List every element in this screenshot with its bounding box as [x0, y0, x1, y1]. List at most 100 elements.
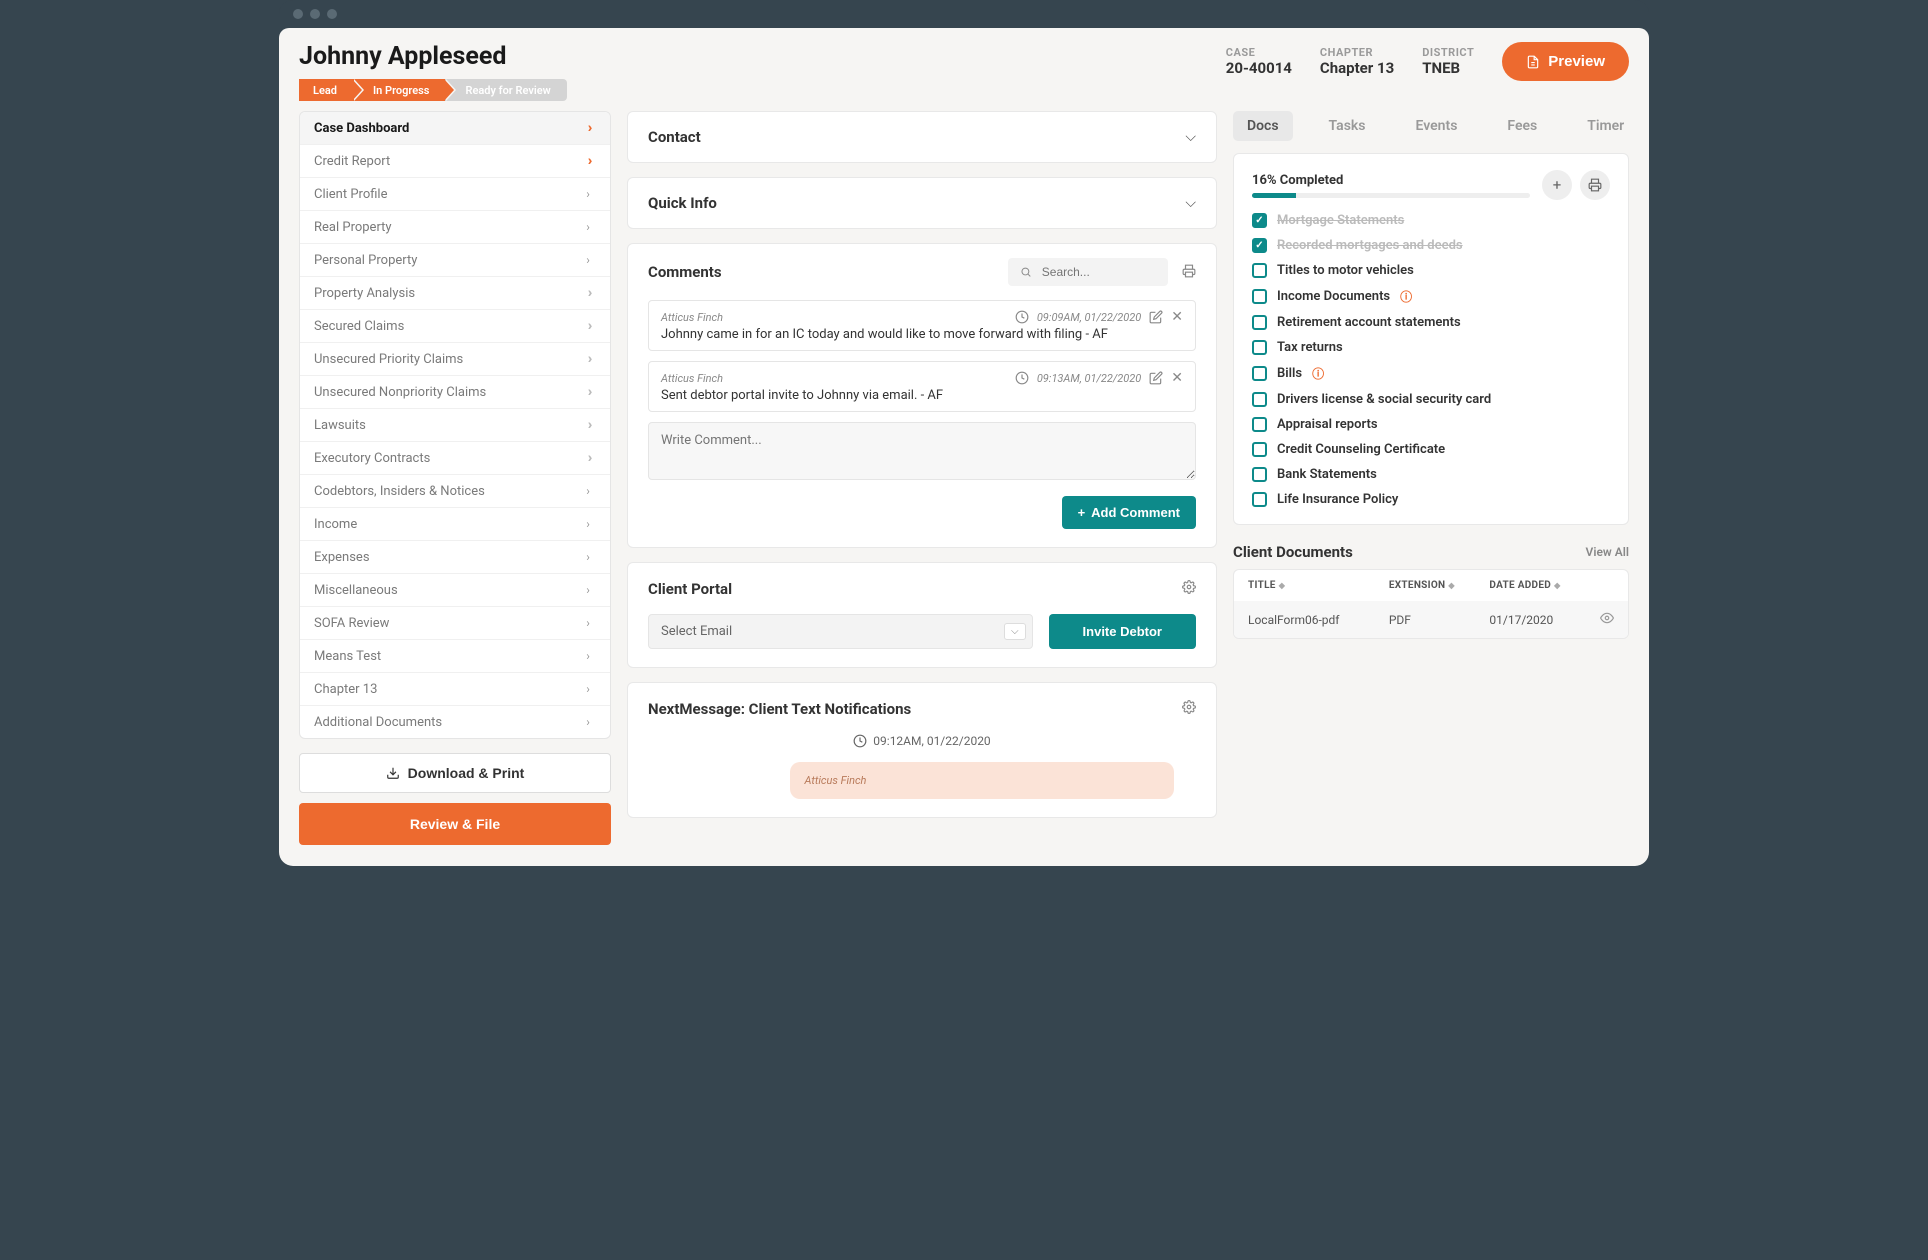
- chevron-right-icon: ›: [586, 715, 590, 729]
- doc-checklist-item[interactable]: Bills ⓘ: [1252, 360, 1610, 387]
- table-row[interactable]: LocalForm06-pdf PDF 01/17/2020: [1234, 601, 1628, 638]
- add-doc-button[interactable]: +: [1542, 170, 1572, 200]
- doc-checklist-item[interactable]: Income Documents ⓘ: [1252, 283, 1610, 310]
- checkbox[interactable]: [1252, 417, 1267, 432]
- view-all-link[interactable]: View All: [1586, 545, 1629, 559]
- checkbox[interactable]: [1252, 492, 1267, 507]
- doc-checklist-item[interactable]: Credit Counseling Certificate: [1252, 437, 1610, 462]
- comments-search-input[interactable]: [1042, 265, 1156, 279]
- collapse-icon[interactable]: ⌵: [1185, 195, 1196, 211]
- doc-checklist-item[interactable]: Retirement account statements: [1252, 310, 1610, 335]
- checkbox[interactable]: [1252, 467, 1267, 482]
- doc-checklist-item[interactable]: Life Insurance Policy: [1252, 487, 1610, 512]
- checkbox[interactable]: [1252, 392, 1267, 407]
- checkbox[interactable]: [1252, 315, 1267, 330]
- tab-timer[interactable]: Timer: [1573, 111, 1638, 141]
- checkbox[interactable]: [1252, 366, 1267, 381]
- sidebar-item[interactable]: Additional Documents ›: [300, 706, 610, 738]
- view-icon[interactable]: [1590, 611, 1614, 628]
- doc-checklist-item[interactable]: Recorded mortgages and deeds: [1252, 233, 1610, 258]
- comment-body: Sent debtor portal invite to Johnny via …: [661, 388, 1183, 403]
- sidebar-item-label: Case Dashboard: [314, 121, 409, 136]
- select-email-dropdown[interactable]: Select Email ⌵: [648, 614, 1033, 649]
- checkbox[interactable]: [1252, 442, 1267, 457]
- doc-checklist-item[interactable]: Drivers license & social security card: [1252, 387, 1610, 412]
- sidebar-item[interactable]: Personal Property›: [300, 244, 610, 277]
- add-comment-button[interactable]: + Add Comment: [1062, 496, 1196, 529]
- doc-checklist-item[interactable]: Appraisal reports: [1252, 412, 1610, 437]
- checkbox[interactable]: [1252, 238, 1267, 253]
- sidebar-item-label: Additional Documents: [314, 715, 442, 730]
- sidebar-item[interactable]: Unsecured Priority Claims››: [300, 343, 610, 376]
- tab-fees[interactable]: Fees: [1493, 111, 1551, 141]
- comments-search[interactable]: [1008, 258, 1168, 286]
- col-date-header[interactable]: DATE ADDED◆: [1489, 580, 1590, 591]
- comment-body: Johnny came in for an IC today and would…: [661, 327, 1183, 342]
- doc-checklist-item[interactable]: Mortgage Statements: [1252, 208, 1610, 233]
- window-dot: [310, 9, 320, 19]
- window-dot: [327, 9, 337, 19]
- col-ext-header[interactable]: EXTENSION◆: [1389, 580, 1490, 591]
- sidebar-item[interactable]: Real Property›: [300, 211, 610, 244]
- doc-label: Recorded mortgages and deeds: [1277, 238, 1463, 253]
- sidebar-item[interactable]: SOFA Review›: [300, 607, 610, 640]
- clock-icon: [853, 734, 867, 748]
- invite-debtor-button[interactable]: Invite Debtor: [1049, 614, 1196, 649]
- sidebar-item[interactable]: Unsecured Nonpriority Claims››: [300, 376, 610, 409]
- quickinfo-panel: Quick Info ⌵: [627, 177, 1217, 229]
- col-title-header[interactable]: TITLE◆: [1248, 580, 1389, 591]
- download-print-button[interactable]: Download & Print: [299, 753, 611, 793]
- edit-icon[interactable]: [1149, 371, 1163, 385]
- preview-button[interactable]: Preview: [1502, 42, 1629, 81]
- edit-icon[interactable]: [1149, 310, 1163, 324]
- sidebar-item[interactable]: Miscellaneous›: [300, 574, 610, 607]
- print-icon[interactable]: [1182, 263, 1196, 282]
- stage-ready-for-review[interactable]: Ready for Review: [445, 79, 566, 101]
- tab-docs[interactable]: Docs: [1233, 111, 1293, 141]
- district-label: DISTRICT: [1422, 46, 1474, 59]
- sidebar-item[interactable]: Expenses›: [300, 541, 610, 574]
- sidebar-item-label: Real Property: [314, 220, 392, 235]
- doc-label: Drivers license & social security card: [1277, 392, 1491, 407]
- sidebar-item-label: Personal Property: [314, 253, 417, 268]
- sidebar-item[interactable]: Client Profile›: [300, 178, 610, 211]
- doc-checklist-item[interactable]: Titles to motor vehicles: [1252, 258, 1610, 283]
- checkbox[interactable]: [1252, 263, 1267, 278]
- sidebar-item[interactable]: Executory Contracts››: [300, 442, 610, 475]
- sidebar-item[interactable]: Codebtors, Insiders & Notices›: [300, 475, 610, 508]
- checkbox[interactable]: [1252, 213, 1267, 228]
- sidebar-item[interactable]: Case Dashboard››: [300, 112, 610, 145]
- doc-label: Bank Statements: [1277, 467, 1377, 482]
- stage-in-progress[interactable]: In Progress: [353, 79, 445, 101]
- sidebar-item-label: Unsecured Nonpriority Claims: [314, 385, 486, 400]
- tab-events[interactable]: Events: [1402, 111, 1472, 141]
- sidebar-item[interactable]: Chapter 13›: [300, 673, 610, 706]
- sidebar-item[interactable]: Secured Claims››: [300, 310, 610, 343]
- comment-input[interactable]: [648, 422, 1196, 480]
- gear-icon[interactable]: [1182, 579, 1196, 598]
- print-docs-button[interactable]: [1580, 170, 1610, 200]
- review-file-button[interactable]: Review & File: [299, 803, 611, 845]
- checkbox[interactable]: [1252, 340, 1267, 355]
- stage-lead[interactable]: Lead: [299, 79, 353, 101]
- checkbox[interactable]: [1252, 289, 1267, 304]
- chevron-right-icon: ›: [586, 682, 590, 696]
- sidebar-item[interactable]: Income›: [300, 508, 610, 541]
- sidebar-item[interactable]: Property Analysis››: [300, 277, 610, 310]
- progress-fill: [1252, 193, 1296, 198]
- doc-checklist-item[interactable]: Bank Statements: [1252, 462, 1610, 487]
- close-icon[interactable]: ✕: [1171, 309, 1183, 325]
- sidebar-item-label: Property Analysis: [314, 286, 415, 301]
- doc-checklist-item[interactable]: Tax returns: [1252, 335, 1610, 360]
- tab-tasks[interactable]: Tasks: [1315, 111, 1380, 141]
- sidebar-item[interactable]: Credit Report››: [300, 145, 610, 178]
- collapse-icon[interactable]: ⌵: [1185, 129, 1196, 145]
- close-icon[interactable]: ✕: [1171, 370, 1183, 386]
- chapter-label: CHAPTER: [1320, 46, 1394, 59]
- sidebar-item[interactable]: Means Test›: [300, 640, 610, 673]
- case-label: CASE: [1226, 46, 1292, 59]
- sidebar-item[interactable]: Lawsuits››: [300, 409, 610, 442]
- comment-item: Atticus Finch 09:13AM, 01/22/2020 ✕ Sent…: [648, 361, 1196, 412]
- gear-icon[interactable]: [1182, 699, 1196, 718]
- client-portal-title: Client Portal: [648, 580, 732, 598]
